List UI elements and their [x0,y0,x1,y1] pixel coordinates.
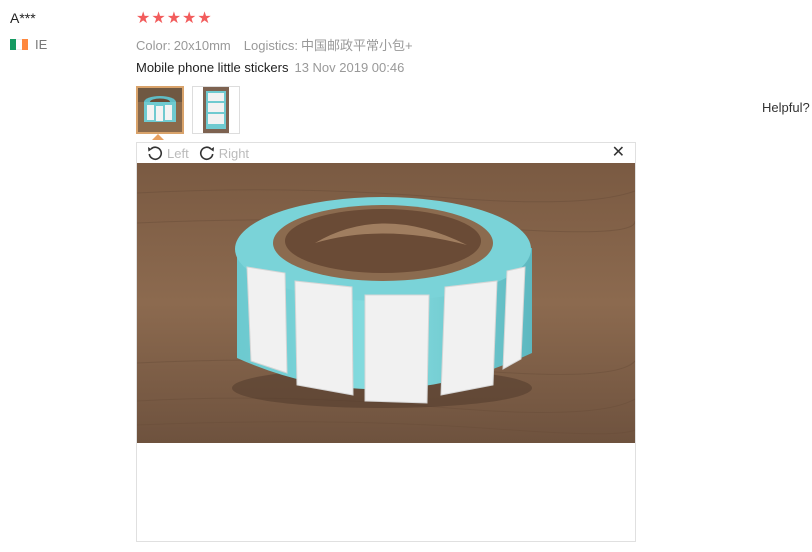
rotate-right-label: Right [218,145,250,161]
rotate-left-icon [148,146,163,161]
logistics-value: 中国邮政平常小包+ [300,38,413,53]
review-photo-thumbnail[interactable] [192,86,240,134]
star-rating: ★ ★ ★ ★ ★ [136,10,213,28]
rotate-right-icon [199,146,214,161]
viewer-toolbar: Left Right ✕ [137,143,635,163]
color-value: 20x10mm [173,38,231,53]
feedback-date: 13 Nov 2019 00:46 [294,60,405,75]
ireland-flag-icon [10,39,28,50]
sticker-roll-thumbnail-image [138,88,182,132]
star-icon: ★ [166,10,182,27]
rotate-left-button[interactable]: Left [147,145,189,161]
color-label: Color: [136,38,171,53]
country-code: IE [35,37,48,52]
rotate-right-button[interactable]: Right [199,145,249,161]
review-photo-large [137,163,635,443]
sticker-roll-photo [137,163,635,443]
helpful-link[interactable]: Helpful? [762,100,810,115]
review-feedback: Mobile phone little stickers 13 Nov 2019 … [136,60,404,75]
star-icon: ★ [151,10,166,27]
reviewer-name: A*** [10,10,36,26]
sticker-roll-side-thumbnail-image [193,87,239,133]
reviewer-country: IE [10,37,47,52]
selected-thumbnail-caret [152,134,164,140]
feedback-text: Mobile phone little stickers [136,60,289,75]
star-icon: ★ [182,10,197,27]
star-icon: ★ [136,10,151,27]
review-photo-thumbnail[interactable] [136,86,184,134]
star-icon: ★ [197,10,212,27]
review-attributes: Color: 20x10mm Logistics: 中国邮政平常小包+ [136,35,413,54]
photo-viewer: Left Right ✕ [136,142,636,542]
logistics-label: Logistics: [243,38,298,53]
close-viewer-icon[interactable]: ✕ [612,143,625,163]
rotate-left-label: Left [167,145,189,161]
